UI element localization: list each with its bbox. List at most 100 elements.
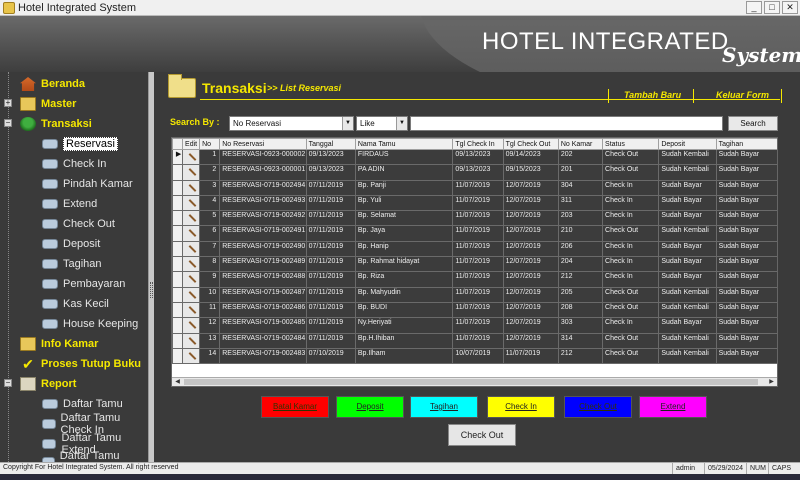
column-header[interactable]: Tgl Check Out — [502, 138, 559, 150]
row-selector[interactable] — [172, 317, 184, 334]
sidebar-item-report[interactable]: Report — [20, 375, 76, 393]
edit-button[interactable] — [182, 286, 201, 303]
edit-button[interactable] — [182, 179, 201, 196]
batal-kamar-button[interactable]: Batal Kamar — [261, 396, 329, 418]
sidebar-item-pindah-kamar[interactable]: Pindah Kamar — [42, 175, 133, 193]
edit-button[interactable] — [182, 194, 201, 212]
sidebar-item-beranda[interactable]: Beranda — [20, 75, 85, 93]
sidebar-item-extend[interactable]: Extend — [42, 195, 97, 213]
table-row[interactable]: 4 RESERVASI-0719-002493 07/11/2019 Bp. Yuli… — [172, 194, 777, 212]
table-row[interactable]: 9 RESERVASI-0719-002488 07/11/2019 Bp. Riza… — [172, 271, 777, 288]
search-operator-select[interactable]: Like ▼ — [356, 116, 408, 131]
column-header[interactable]: No Kamar — [557, 138, 604, 150]
search-input[interactable] — [410, 116, 723, 131]
sidebar-item-transaksi[interactable]: Transaksi — [20, 115, 92, 133]
edit-button[interactable] — [182, 347, 201, 365]
sidebar-item-kas-kecil[interactable]: Kas Kecil — [42, 295, 109, 313]
tambah-baru-link[interactable]: Tambah Baru — [624, 90, 681, 104]
sidebar-tree: Beranda + Master − Transaksi Reservasi C… — [0, 72, 148, 462]
minimize-button[interactable]: _ — [746, 1, 762, 14]
scroll-right-icon[interactable]: ▶ — [767, 378, 776, 386]
row-selector[interactable] — [172, 164, 184, 181]
table-row[interactable]: 2 RESERVASI-0923-000001 09/13/2023 PA ADIN 0… — [172, 164, 777, 181]
row-selector[interactable] — [172, 332, 184, 349]
sidebar-item-daftar-tamu-check-in[interactable]: Daftar Tamu Check In — [42, 412, 148, 436]
keluar-form-link[interactable]: Keluar Form — [716, 90, 769, 104]
column-header[interactable]: Nama Tamu — [354, 138, 454, 150]
sidebar-item-pembayaran[interactable]: Pembayaran — [42, 275, 125, 293]
row-selector[interactable] — [172, 347, 184, 365]
row-selector[interactable] — [172, 225, 184, 242]
sidebar-item-check-out[interactable]: Check Out — [42, 215, 115, 233]
column-header[interactable]: No Reservasi — [219, 138, 307, 150]
edit-button[interactable] — [182, 240, 201, 258]
sidebar-item-daftar-tamu[interactable]: Daftar Tamu — [42, 395, 123, 413]
check-out-button[interactable]: Check Out — [564, 396, 632, 418]
sidebar-item-deposit[interactable]: Deposit — [42, 235, 100, 253]
table-row[interactable]: 14 RESERVASI-0719-002483 07/10/2019 Bp.Ilha… — [172, 347, 777, 365]
row-selector[interactable] — [172, 271, 184, 288]
edit-button[interactable] — [182, 256, 201, 273]
sidebar-item-label: Proses Tutup Buku — [41, 358, 142, 370]
table-row[interactable]: 13 RESERVASI-0719-002484 07/11/2019 Bp.H.Ih… — [172, 332, 777, 349]
row-selector[interactable] — [172, 194, 184, 212]
collapse-icon[interactable]: − — [4, 379, 12, 387]
extend-button[interactable]: Extend — [639, 396, 707, 418]
column-header[interactable]: Tanggal — [305, 138, 356, 150]
row-selector[interactable] — [172, 240, 184, 258]
scroll-thumb[interactable] — [184, 379, 758, 385]
collapse-icon[interactable]: − — [4, 119, 12, 127]
row-selector[interactable] — [172, 179, 184, 196]
row-selector[interactable] — [172, 301, 184, 319]
table-cell: Sudah Bayar — [715, 210, 777, 227]
column-header[interactable] — [172, 138, 184, 150]
expand-icon[interactable]: + — [4, 99, 12, 107]
table-row[interactable]: 11 RESERVASI-0719-002486 07/11/2019 Bp. BUD… — [172, 301, 777, 319]
column-header[interactable]: Deposit — [658, 138, 717, 150]
column-header[interactable]: Status — [602, 138, 660, 150]
table-row[interactable]: 5 RESERVASI-0719-002492 07/11/2019 Bp. Sela… — [172, 210, 777, 227]
row-selector[interactable] — [172, 210, 184, 227]
sidebar-item-daftar-tamu-check-out[interactable]: Daftar Tamu Check Out — [42, 450, 148, 462]
edit-button[interactable] — [182, 148, 201, 166]
edit-button[interactable] — [182, 317, 201, 334]
maximize-button[interactable]: □ — [764, 1, 780, 14]
edit-button[interactable] — [182, 210, 201, 227]
edit-button[interactable] — [182, 301, 201, 319]
sidebar-item-info-kamar[interactable]: Info Kamar — [20, 335, 98, 353]
horizontal-scrollbar[interactable]: ◀ ▶ — [172, 377, 777, 386]
column-header[interactable]: Edit — [182, 138, 201, 150]
table-row[interactable]: 7 RESERVASI-0719-002490 07/11/2019 Bp. Hani… — [172, 240, 777, 258]
deposit-button[interactable]: Deposit — [336, 396, 404, 418]
sidebar-item-reservasi[interactable]: Reservasi — [42, 135, 118, 153]
edit-button[interactable] — [182, 271, 201, 288]
sidebar-item-tagihan[interactable]: Tagihan — [42, 255, 102, 273]
column-header[interactable]: Tagihan — [715, 138, 777, 150]
tagihan-button[interactable]: Tagihan — [410, 396, 478, 418]
check-in-button[interactable]: Check In — [487, 396, 555, 418]
sidebar-item-check-in[interactable]: Check In — [42, 155, 106, 173]
sidebar-item-master[interactable]: Master — [20, 95, 76, 113]
row-selector[interactable]: ▶ — [172, 148, 184, 166]
row-selector[interactable] — [172, 286, 184, 303]
edit-button[interactable] — [182, 164, 201, 181]
search-button[interactable]: Search — [728, 116, 778, 131]
column-header[interactable]: No — [199, 138, 221, 150]
table-row[interactable]: 8 RESERVASI-0719-002489 07/11/2019 Bp. Rahm… — [172, 256, 777, 273]
close-button[interactable]: ✕ — [782, 1, 798, 14]
sidebar-item-house-keeping[interactable]: House Keeping — [42, 315, 138, 333]
edit-button[interactable] — [182, 332, 201, 349]
search-field-select[interactable]: No Reservasi ▼ — [229, 116, 354, 131]
table-row[interactable]: ▶ 1 RESERVASI-0923-000002 09/13/2023 FIRDAUS… — [172, 148, 777, 166]
check-out-main-button[interactable]: Check Out — [448, 424, 516, 446]
scroll-left-icon[interactable]: ◀ — [173, 378, 182, 386]
column-header[interactable]: Tgl Check In — [452, 138, 504, 150]
edit-button[interactable] — [182, 225, 201, 242]
table-row[interactable]: 6 RESERVASI-0719-002491 07/11/2019 Bp. Jaya… — [172, 225, 777, 242]
sidebar-item-proses-tutup-buku[interactable]: ✔ Proses Tutup Buku — [20, 355, 141, 373]
table-cell: 07/11/2019 — [305, 210, 356, 227]
table-row[interactable]: 3 RESERVASI-0719-002494 07/11/2019 Bp. Panj… — [172, 179, 777, 196]
table-row[interactable]: 10 RESERVASI-0719-002487 07/11/2019 Bp. Mah… — [172, 286, 777, 303]
table-row[interactable]: 12 RESERVASI-0719-002485 07/11/2019 Ny.Heri… — [172, 317, 777, 334]
row-selector[interactable] — [172, 256, 184, 273]
